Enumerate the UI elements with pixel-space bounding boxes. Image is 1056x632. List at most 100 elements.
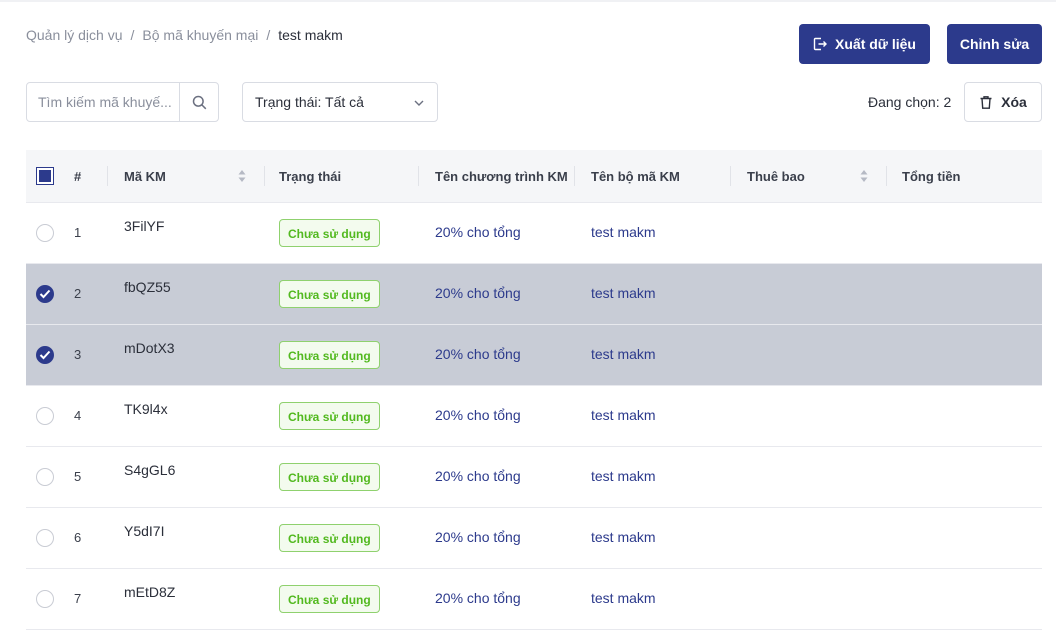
table-row[interactable]: 3 mDotX3 Chưa sử dụng 20% cho tổng test makm	[26, 325, 1042, 386]
sort-icon[interactable]	[237, 168, 247, 187]
table-row[interactable]: 5 S4gGL6 Chưa sử dụng 20% cho tổng test makm	[26, 447, 1042, 508]
row-select-cell	[36, 407, 54, 425]
row-index: 3	[74, 347, 82, 362]
row-checkbox[interactable]	[36, 346, 54, 364]
status-badge: Chưa sử dụng	[279, 341, 380, 369]
export-data-button[interactable]: Xuất dữ liệu	[799, 24, 930, 64]
column-divider	[574, 166, 575, 186]
breadcrumb-current: test makm	[278, 27, 343, 43]
search-input[interactable]	[27, 93, 180, 111]
search-box	[26, 82, 219, 122]
row-checkbox[interactable]	[36, 224, 54, 242]
table-row[interactable]: 4 TK9l4x Chưa sử dụng 20% cho tổng test makm	[26, 386, 1042, 447]
selected-count: Đang chọn: 2	[868, 94, 952, 110]
program-name: 20% cho tổng	[435, 468, 521, 484]
row-select-cell	[36, 590, 54, 608]
column-header-total: Tổng tiền	[902, 168, 961, 184]
column-header-code[interactable]: Mã KM	[124, 150, 166, 202]
header-select-all-cell	[36, 150, 54, 202]
promo-code: S4gGL6	[124, 462, 176, 478]
column-header-index: #	[74, 168, 82, 184]
breadcrumb-promo-code-sets[interactable]: Bộ mã khuyến mại	[142, 27, 258, 43]
breadcrumb-separator: /	[266, 27, 271, 43]
program-name: 20% cho tổng	[435, 529, 521, 545]
code-set-name: test makm	[591, 346, 656, 362]
promo-code: mEtD8Z	[124, 584, 176, 600]
code-set-name: test makm	[591, 529, 656, 545]
code-set-name: test makm	[591, 224, 656, 240]
status-cell: Chưa sử dụng	[279, 585, 380, 613]
edit-label: Chỉnh sửa	[959, 36, 1030, 52]
status-badge: Chưa sử dụng	[279, 585, 380, 613]
breadcrumb-service-management[interactable]: Quản lý dịch vụ	[26, 27, 123, 43]
status-badge: Chưa sử dụng	[279, 402, 380, 430]
status-cell: Chưa sử dụng	[279, 402, 380, 430]
promo-code: mDotX3	[124, 340, 175, 356]
code-set-name: test makm	[591, 590, 656, 606]
row-select-cell	[36, 285, 54, 303]
delete-label: Xóa	[1001, 94, 1027, 110]
row-index: 5	[74, 469, 82, 484]
check-icon	[39, 350, 51, 360]
status-filter-value: Trạng thái: Tất cả	[255, 94, 364, 110]
table-row[interactable]: 1 3FilYF Chưa sử dụng 20% cho tổng test makm	[26, 203, 1042, 264]
column-header-subscriber[interactable]: Thuê bao	[747, 150, 805, 202]
select-all-checkbox[interactable]	[36, 167, 54, 185]
edit-button[interactable]: Chỉnh sửa	[947, 24, 1042, 64]
table-row[interactable]: 6 Y5dI7I Chưa sử dụng 20% cho tổng test makm	[26, 508, 1042, 569]
row-checkbox[interactable]	[36, 407, 54, 425]
code-set-name: test makm	[591, 285, 656, 301]
export-data-label: Xuất dữ liệu	[835, 36, 916, 52]
column-divider	[730, 166, 731, 186]
check-icon	[39, 289, 51, 299]
search-button[interactable]	[179, 83, 218, 121]
row-index: 6	[74, 530, 82, 545]
status-badge: Chưa sử dụng	[279, 280, 380, 308]
status-cell: Chưa sử dụng	[279, 341, 380, 369]
top-border	[0, 0, 1056, 2]
column-divider	[886, 166, 887, 186]
column-divider	[264, 166, 265, 186]
row-index: 4	[74, 408, 82, 423]
status-cell: Chưa sử dụng	[279, 280, 380, 308]
table-row[interactable]: 7 mEtD8Z Chưa sử dụng 20% cho tổng test makm	[26, 569, 1042, 630]
breadcrumb: Quản lý dịch vụ / Bộ mã khuyến mại / tes…	[26, 27, 343, 43]
row-checkbox[interactable]	[36, 468, 54, 486]
table-header: # Mã KM Trạng thái Tên chương trình KM T…	[26, 150, 1042, 203]
chevron-down-icon	[413, 96, 425, 112]
promo-code: fbQZ55	[124, 279, 171, 295]
status-filter-select[interactable]: Trạng thái: Tất cả	[242, 82, 438, 122]
program-name: 20% cho tổng	[435, 224, 521, 240]
row-select-cell	[36, 529, 54, 547]
row-select-cell	[36, 224, 54, 242]
status-cell: Chưa sử dụng	[279, 463, 380, 491]
column-header-program: Tên chương trình KM	[435, 168, 568, 184]
promo-code-table: # Mã KM Trạng thái Tên chương trình KM T…	[26, 150, 1042, 630]
program-name: 20% cho tổng	[435, 346, 521, 362]
breadcrumb-separator: /	[130, 27, 135, 43]
status-badge: Chưa sử dụng	[279, 219, 380, 247]
column-header-status: Trạng thái	[279, 168, 342, 184]
row-checkbox[interactable]	[36, 529, 54, 547]
table-body: 1 3FilYF Chưa sử dụng 20% cho tổng test makm…	[26, 203, 1042, 630]
status-badge: Chưa sử dụng	[279, 463, 380, 491]
row-checkbox[interactable]	[36, 590, 54, 608]
sort-icon[interactable]	[859, 168, 869, 187]
code-set-name: test makm	[591, 468, 656, 484]
delete-button[interactable]: Xóa	[964, 82, 1042, 122]
row-index: 2	[74, 286, 82, 301]
status-cell: Chưa sử dụng	[279, 219, 380, 247]
column-header-code-set: Tên bộ mã KM	[591, 168, 680, 184]
row-select-cell	[36, 468, 54, 486]
row-checkbox[interactable]	[36, 285, 54, 303]
trash-icon	[979, 95, 993, 110]
row-index: 7	[74, 591, 82, 606]
table-row[interactable]: 2 fbQZ55 Chưa sử dụng 20% cho tổng test makm	[26, 264, 1042, 325]
status-cell: Chưa sử dụng	[279, 524, 380, 552]
promo-code: 3FilYF	[124, 218, 165, 234]
program-name: 20% cho tổng	[435, 590, 521, 606]
search-icon	[192, 95, 207, 110]
code-set-name: test makm	[591, 407, 656, 423]
status-badge: Chưa sử dụng	[279, 524, 380, 552]
export-icon	[813, 37, 828, 51]
